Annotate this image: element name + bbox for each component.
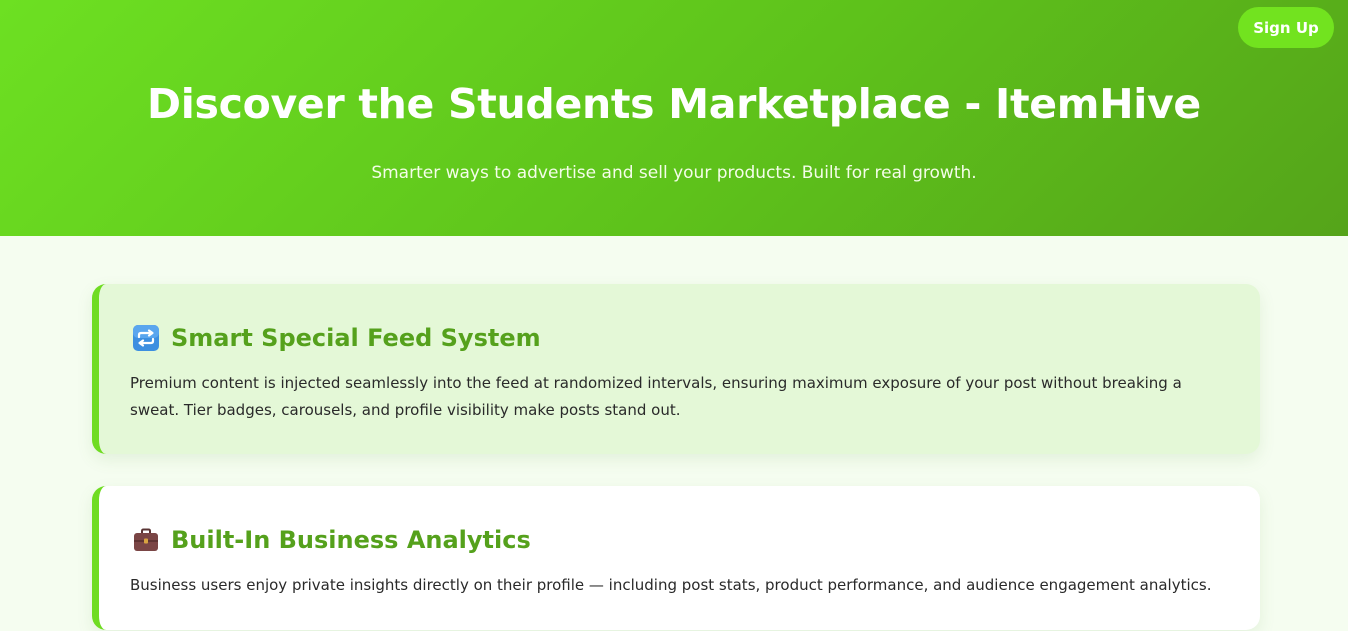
- feature-title: Built-In Business Analytics: [171, 526, 531, 554]
- feature-heading: Built-In Business Analytics: [132, 522, 531, 558]
- feature-heading: Smart Special Feed System: [132, 320, 541, 356]
- briefcase-icon: [132, 526, 160, 554]
- hero-banner: Sign Up Discover the Students Marketplac…: [0, 0, 1348, 236]
- feature-title: Smart Special Feed System: [171, 324, 541, 352]
- feature-description: Premium content is injected seamlessly i…: [130, 374, 1182, 419]
- repeat-arrows-icon: [132, 324, 160, 352]
- feature-description: Business users enjoy private insights di…: [130, 576, 1212, 594]
- feature-card-smart-feed: Smart Special Feed System Premium conten…: [92, 284, 1260, 454]
- sign-up-button[interactable]: Sign Up: [1238, 7, 1334, 48]
- feature-card-business-analytics: Built-In Business Analytics Business use…: [92, 486, 1260, 630]
- page-subtitle: Smarter ways to advertise and sell your …: [371, 163, 977, 183]
- page-title: Discover the Students Marketplace - Item…: [147, 80, 1201, 128]
